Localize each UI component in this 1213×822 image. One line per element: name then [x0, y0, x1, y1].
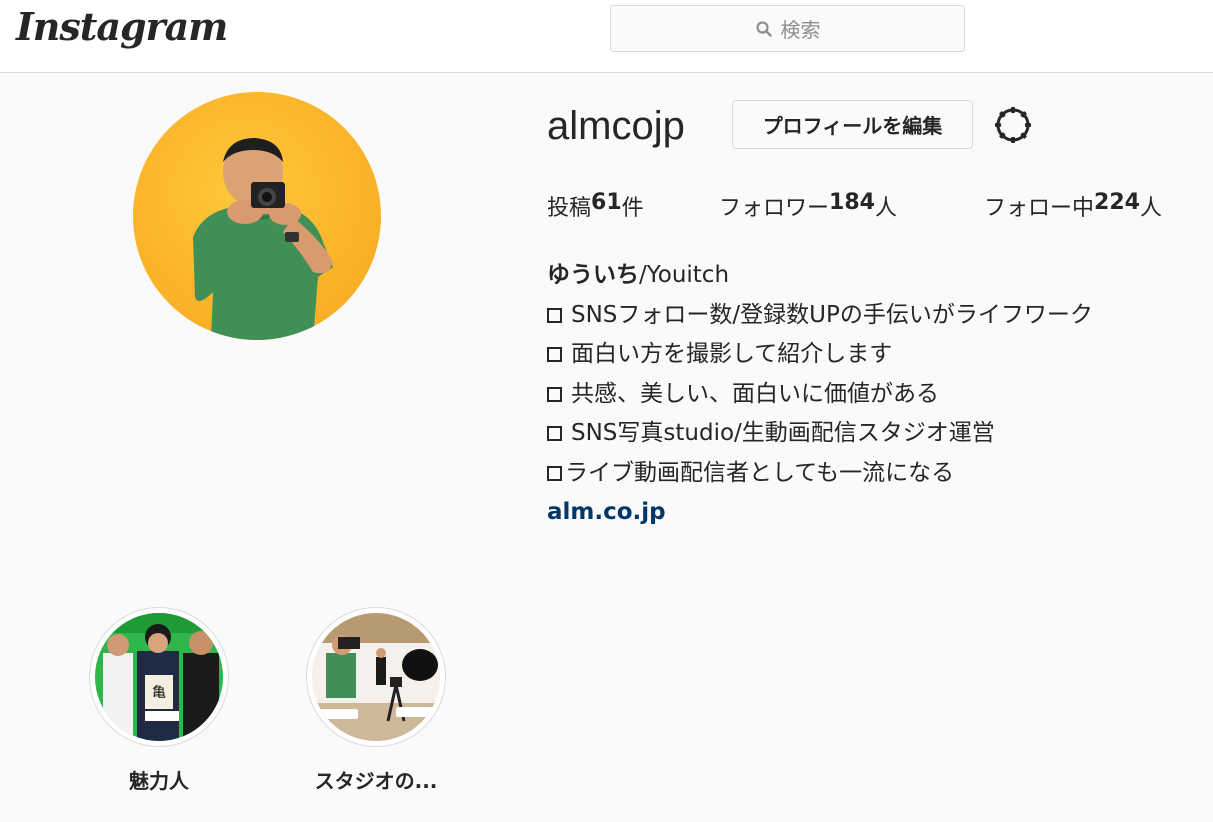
posts-label: 投稿: [547, 196, 592, 221]
posts-count: 61: [591, 190, 622, 215]
following-count: 224: [1094, 190, 1140, 215]
square-bullet-icon: [547, 307, 562, 323]
avatar-photo: [193, 138, 333, 340]
bio-line: 共感、美しい、面白いに価値がある: [547, 375, 1093, 415]
bio-line: SNS写真studio/生動画配信スタジオ運営: [547, 414, 1093, 454]
story-highlight[interactable]: 亀 魅力人: [89, 607, 229, 794]
following-label: フォロー中: [984, 196, 1095, 221]
highlight-label: 魅力人: [129, 769, 189, 793]
followers-label: フォロワー: [719, 196, 830, 221]
gear-icon[interactable]: [992, 104, 1034, 146]
followers-unit: 人: [874, 196, 897, 221]
profile-username: almcojp: [547, 104, 685, 148]
square-bullet-icon: [547, 386, 562, 402]
search-placeholder: 検索: [780, 18, 821, 42]
posts-unit: 件: [621, 196, 644, 221]
following-stat[interactable]: フォロー中 224 人: [984, 190, 1162, 222]
following-unit: 人: [1139, 196, 1162, 221]
bio-name: ゆういち/Youitch: [547, 262, 730, 288]
followers-stat[interactable]: フォロワー 184 人: [719, 190, 984, 222]
instagram-logo[interactable]: Instagram: [16, 4, 228, 49]
bio-line: ライブ動画配信者としても一流になる: [547, 454, 1093, 494]
highlight-cover: [312, 613, 440, 741]
highlight-ring: 亀: [89, 607, 229, 747]
edit-profile-button[interactable]: プロフィールを編集: [732, 100, 973, 149]
profile-avatar[interactable]: [133, 92, 381, 340]
profile-bio: ゆういち/Youitch SNSフォロー数/登録数UPの手伝いがライフワーク 面…: [547, 256, 1093, 533]
bio-website-link[interactable]: alm.co.jp: [547, 493, 666, 533]
bio-line: SNSフォロー数/登録数UPの手伝いがライフワーク: [547, 296, 1093, 336]
highlight-label: スタジオの...: [314, 769, 438, 793]
search-icon: [755, 20, 772, 37]
square-bullet-icon: [547, 465, 562, 481]
bio-line: 面白い方を撮影して紹介します: [547, 335, 1093, 375]
followers-count: 184: [829, 190, 875, 215]
square-bullet-icon: [547, 426, 562, 442]
profile-stats: 投稿 61 件 フォロワー 184 人 フォロー中 224 人: [547, 190, 1162, 222]
svg-text:亀: 亀: [152, 685, 166, 701]
square-bullet-icon: [547, 347, 562, 363]
highlight-ring: [306, 607, 446, 747]
top-navigation-bar: Instagram 検索: [0, 0, 1213, 73]
highlight-cover: 亀: [95, 613, 223, 741]
posts-stat: 投稿 61 件: [547, 190, 719, 222]
story-highlight[interactable]: スタジオの...: [306, 607, 446, 794]
search-input[interactable]: 検索: [610, 5, 965, 52]
bio-link-line: alm.co.jp: [547, 493, 1093, 533]
